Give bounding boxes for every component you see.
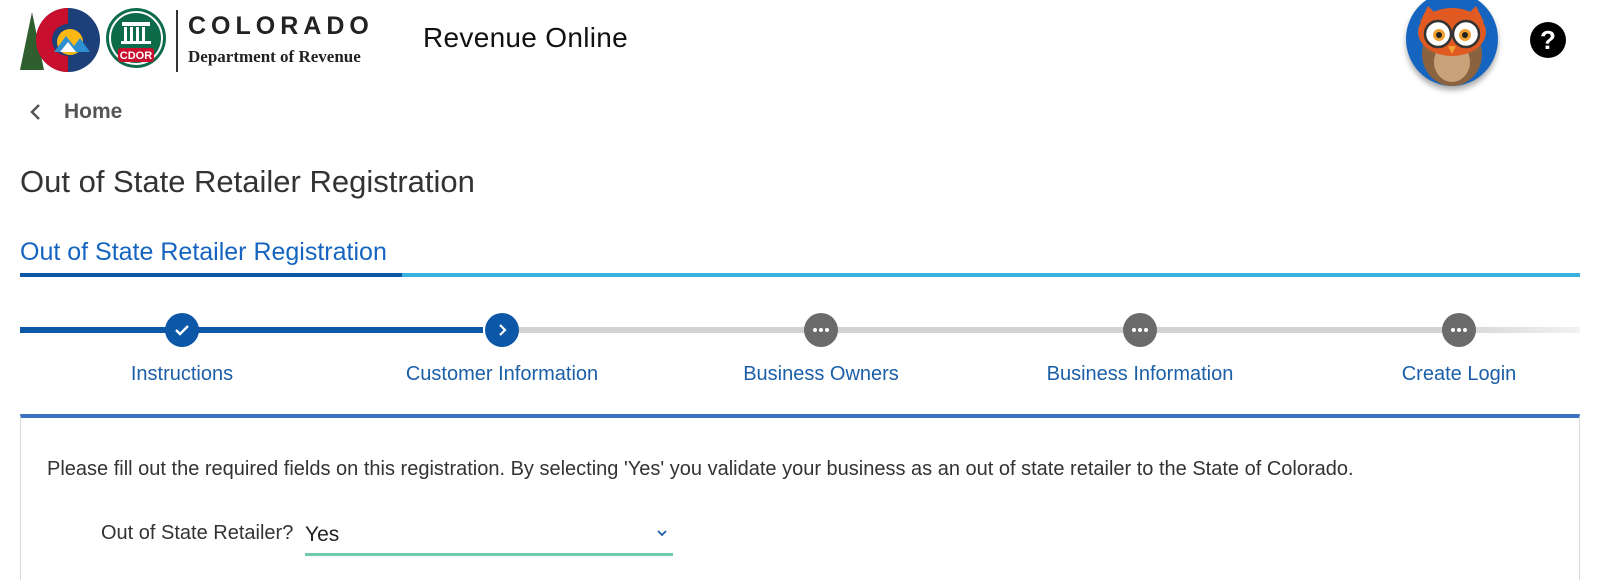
cdor-logo[interactable]: CDOR COLORADO Department of Revenue bbox=[18, 6, 398, 74]
step-customer-information[interactable]: Customer Information bbox=[372, 310, 632, 386]
app-title: Revenue Online bbox=[423, 22, 628, 53]
owl-icon[interactable] bbox=[1406, 0, 1498, 86]
out-of-state-retailer-label: Out of State Retailer? bbox=[101, 522, 294, 544]
tab-registration[interactable]: Out of State Retailer Registration bbox=[20, 238, 387, 267]
step-label: Business Information bbox=[1046, 363, 1234, 385]
step-label: Instructions bbox=[130, 363, 234, 385]
chevron-right-icon bbox=[485, 313, 519, 347]
chevron-left-icon bbox=[30, 104, 40, 120]
tab-underline bbox=[402, 273, 1580, 277]
logo-state-name: COLORADO bbox=[188, 12, 374, 40]
step-label: Create Login bbox=[1401, 363, 1517, 385]
step-label: Customer Information bbox=[405, 363, 599, 385]
header: CDOR COLORADO Department of Revenue Reve… bbox=[0, 0, 1600, 86]
more-dots-icon bbox=[804, 313, 838, 347]
chevron-down-icon bbox=[657, 530, 667, 537]
form-panel: Please fill out the required fields on t… bbox=[20, 414, 1580, 580]
question-mark-icon[interactable]: ? bbox=[1530, 22, 1566, 58]
stepper-track-pending bbox=[503, 327, 1443, 333]
step-business-information[interactable]: Business Information bbox=[1010, 310, 1270, 386]
home-link[interactable]: Home bbox=[64, 100, 122, 124]
tab-active-indicator bbox=[20, 273, 402, 277]
more-dots-icon bbox=[1442, 313, 1476, 347]
select-value: Yes bbox=[305, 523, 340, 546]
more-dots-icon bbox=[1123, 313, 1157, 347]
step-business-owners[interactable]: Business Owners bbox=[691, 310, 951, 386]
step-create-login[interactable]: Create Login bbox=[1329, 310, 1589, 386]
step-label: Business Owners bbox=[743, 363, 899, 385]
page-title: Out of State Retailer Registration bbox=[20, 164, 475, 199]
seal-text: CDOR bbox=[120, 50, 152, 62]
logo-department: Department of Revenue bbox=[188, 47, 361, 66]
progress-stepper: Instructions Customer Information Busine… bbox=[0, 310, 1600, 390]
step-instructions[interactable]: Instructions bbox=[52, 310, 312, 386]
out-of-state-retailer-select[interactable]: Yes bbox=[305, 518, 673, 556]
breadcrumb[interactable]: Home bbox=[28, 100, 122, 124]
check-icon bbox=[165, 313, 199, 347]
form-instructions: Please fill out the required fields on t… bbox=[47, 458, 1354, 480]
